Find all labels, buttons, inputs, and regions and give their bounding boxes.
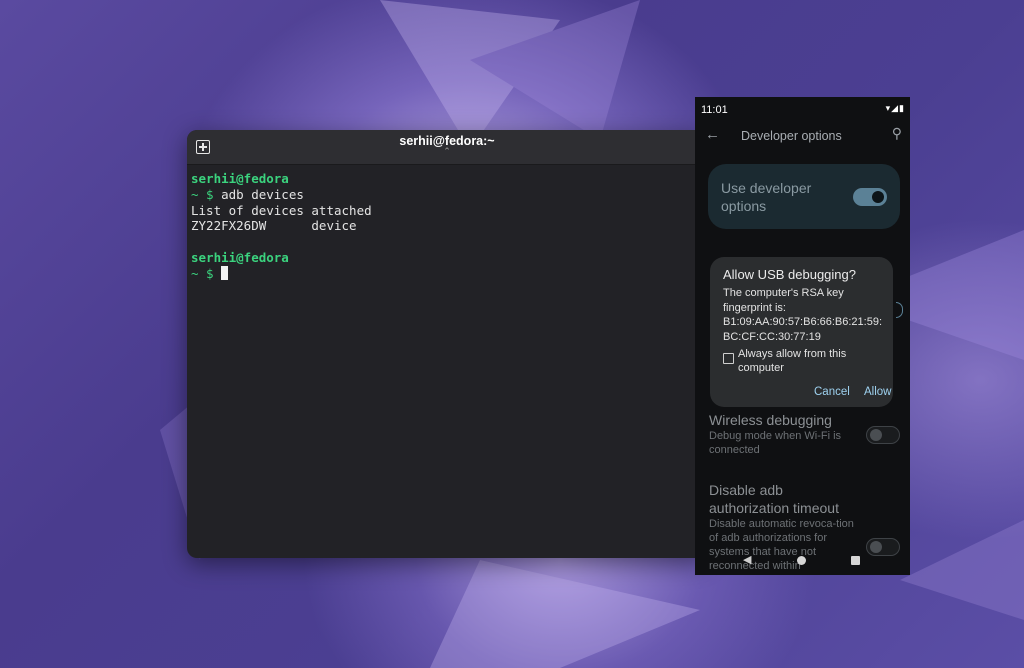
nav-back-icon[interactable]: ◀ [743,553,751,566]
terminal-title: serhii@fedora:~ [399,134,495,148]
terminal-line: serhii@fedora [191,171,703,187]
status-bar: 11:01 ▾◢▮ [695,97,910,123]
page-title: Developer options [741,129,842,143]
usb-debugging-dialog: Allow USB debugging? The computer's RSA … [710,257,893,407]
use-developer-options-toggle[interactable] [853,188,887,206]
back-arrow-icon[interactable]: ← [705,126,720,143]
setting-title: Wireless debugging [709,412,832,428]
wireless-debugging-toggle[interactable] [866,426,900,444]
toggle-knob [870,541,882,553]
rsa-fingerprint: B1:09:AA:90:57:B6:66:B6:21:59:BC:CF:CC:3… [723,316,883,343]
dialog-title: Allow USB debugging? [723,267,856,282]
terminal-line: ~ $ [191,265,703,282]
toggle-knob [870,429,882,441]
status-icons: ▾◢▮ [885,103,905,113]
wireless-debugging-setting[interactable]: Wireless debugging Debug mode when Wi-Fi… [709,411,849,457]
use-developer-options-card[interactable]: Use developer options [708,164,900,229]
status-time: 11:01 [701,104,728,116]
dialog-message: The computer's RSA key fingerprint is: [723,287,844,314]
allow-button[interactable]: Allow [864,386,891,398]
terminal-window[interactable]: serhii@fedora:~ ⌃ serhii@fedora ~ $ adb d… [187,130,707,558]
always-allow-checkbox[interactable] [723,353,734,364]
command-text: adb devices [213,186,304,202]
terminal-line: ZY22FX26DW device [191,218,357,234]
nav-home-icon[interactable] [797,556,806,565]
toggle-knob [872,191,884,203]
cancel-button[interactable]: Cancel [814,386,850,398]
use-developer-options-label: Use developer options [721,180,812,214]
terminal-line: ~ $ adb devices [191,187,703,203]
nav-recents-icon[interactable] [851,556,860,565]
prompt-symbol: ~ $ [191,186,214,202]
app-bar: ← Developer options ⚲ [695,123,910,151]
terminal-header: serhii@fedora:~ ⌃ [187,130,707,165]
terminal-line: serhii@fedora [191,250,703,266]
prompt-user: serhii@fedora [191,171,289,186]
setting-title: Disable adb authorization timeout [709,482,839,516]
search-icon[interactable]: ⚲ [892,125,902,142]
navigation-bar: ◀ [695,553,910,569]
usb-debugging-toggle[interactable] [896,302,903,318]
text-cursor [221,265,229,280]
prompt-user: serhii@fedora [191,249,289,265]
prompt-symbol: ~ $ [191,265,214,281]
always-allow-label[interactable]: Always allow from this computer [738,348,878,375]
phone-screen[interactable]: 11:01 ▾◢▮ ← Developer options ⚲ Use deve… [695,97,910,575]
title-menu-icon[interactable]: ⌃ [187,147,707,157]
setting-subtitle: Debug mode when Wi-Fi is connected [709,430,842,456]
terminal-output[interactable]: serhii@fedora ~ $ adb devices List of devi… [187,165,707,288]
terminal-line: List of devices attached [191,202,372,218]
